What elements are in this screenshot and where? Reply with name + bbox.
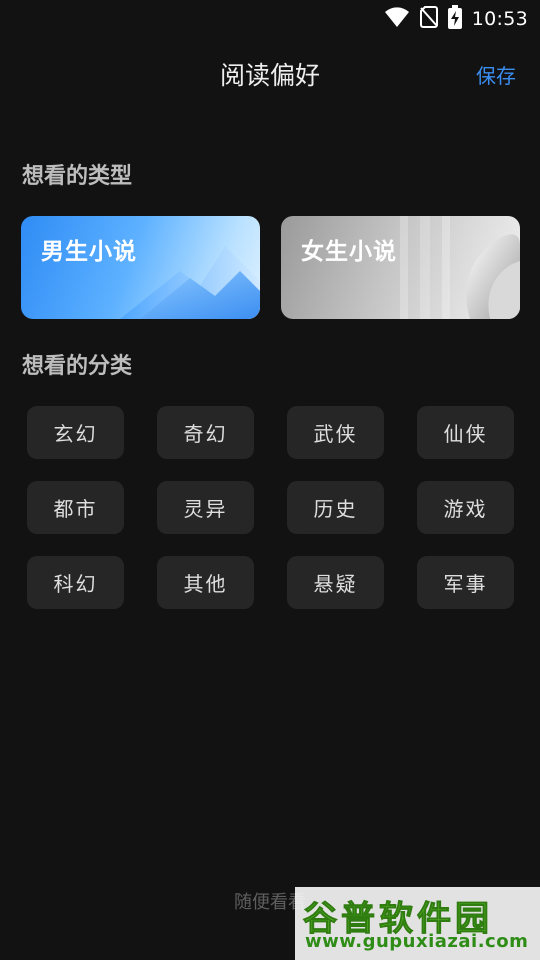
category-chip-xuanyi[interactable]: 悬疑 <box>287 556 384 609</box>
save-button[interactable]: 保存 <box>476 60 516 89</box>
category-chip-qihuan[interactable]: 奇幻 <box>157 406 254 459</box>
section-title-category: 想看的分类 <box>22 354 133 379</box>
battery-charging-icon <box>447 5 462 33</box>
no-sim-icon <box>419 6 438 32</box>
status-icons: 10:53 <box>384 5 528 33</box>
fabric-illustration <box>400 216 520 319</box>
wifi-icon <box>384 6 410 32</box>
category-chip-lishi[interactable]: 历史 <box>287 481 384 534</box>
status-time: 10:53 <box>471 8 528 30</box>
female-novel-label: 女生小说 <box>301 239 397 265</box>
category-chip-xuanhuan[interactable]: 玄幻 <box>27 406 124 459</box>
male-novel-card[interactable]: 男生小说 <box>21 216 260 319</box>
status-bar: 10:53 <box>0 0 540 36</box>
page-title: 阅读偏好 <box>219 61 320 90</box>
watermark: 谷普软件园 www.gupuxiazai.com <box>295 887 540 960</box>
male-novel-label: 男生小说 <box>41 239 137 265</box>
category-chip-qita[interactable]: 其他 <box>157 556 254 609</box>
category-chip-junshi[interactable]: 军事 <box>417 556 514 609</box>
female-novel-card[interactable]: 女生小说 <box>281 216 520 319</box>
category-chip-kehuan[interactable]: 科幻 <box>27 556 124 609</box>
watermark-url: www.gupuxiazai.com <box>305 931 529 952</box>
category-chip-wuxia[interactable]: 武侠 <box>287 406 384 459</box>
category-chip-xianxia[interactable]: 仙侠 <box>417 406 514 459</box>
category-chip-youxi[interactable]: 游戏 <box>417 481 514 534</box>
category-chip-lingyi[interactable]: 灵异 <box>157 481 254 534</box>
header: 阅读偏好 保存 <box>0 44 540 100</box>
category-chip-dushi[interactable]: 都市 <box>27 481 124 534</box>
mountain-illustration <box>120 246 260 319</box>
category-grid: 玄幻 奇幻 武侠 仙侠 都市 灵异 历史 游戏 科幻 其他 悬疑 军事 <box>27 406 514 609</box>
section-title-type: 想看的类型 <box>22 164 133 189</box>
